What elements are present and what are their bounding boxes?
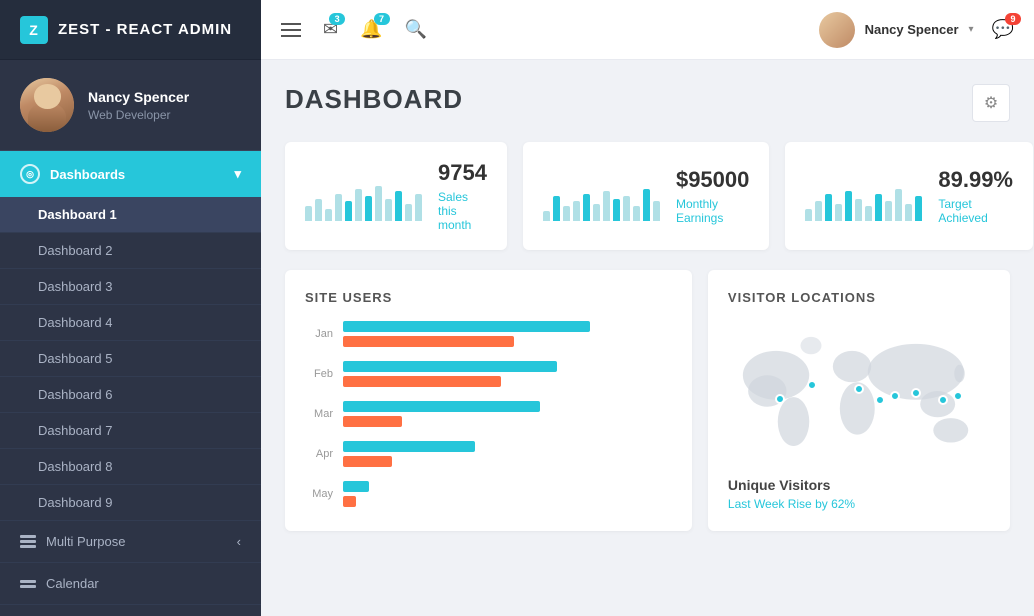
bar-row-may: May xyxy=(305,481,672,507)
bar-row-jan: Jan xyxy=(305,321,672,347)
sidebar-item-dashboard3[interactable]: Dashboard 3 xyxy=(0,269,261,305)
page-title: DASHBOARD xyxy=(285,84,463,115)
sidebar-item-dashboard4[interactable]: Dashboard 4 xyxy=(0,305,261,341)
unique-visitors-title: Unique Visitors xyxy=(728,477,990,493)
stat-card-target: 89.99% Target Achieved xyxy=(785,142,1033,250)
user-name-top: Nancy Spencer xyxy=(865,22,959,37)
hamburger-button[interactable] xyxy=(281,23,301,37)
sidebar-logo: Z ZEST - REACT ADMIN xyxy=(0,0,261,60)
chat-badge: 9 xyxy=(1005,13,1021,25)
world-map xyxy=(728,321,990,461)
visitor-dot-2 xyxy=(807,380,817,390)
sales-chart xyxy=(305,171,422,221)
gear-icon: ⚙ xyxy=(984,93,998,113)
sidebar: Z ZEST - REACT ADMIN Nancy Spencer Web D… xyxy=(0,0,261,616)
chat-button[interactable]: 💬 9 xyxy=(992,19,1014,40)
site-users-card: SITE USERS Jan Feb xyxy=(285,270,692,531)
visitor-info: Unique Visitors Last Week Rise by 62% xyxy=(728,477,990,511)
visitor-dot-1 xyxy=(775,394,785,404)
target-value: 89.99% xyxy=(938,167,1013,193)
sales-value: 9754 xyxy=(438,160,487,186)
user-menu-chevron: ▾ xyxy=(969,24,974,35)
user-menu-button[interactable]: Nancy Spencer ▾ xyxy=(819,12,974,48)
sidebar-item-dashboard6[interactable]: Dashboard 6 xyxy=(0,377,261,413)
email-button[interactable]: ✉ 3 xyxy=(323,19,338,40)
target-label: Target Achieved xyxy=(938,197,1013,225)
visitor-locations-card: VISITOR LOCATIONS xyxy=(708,270,1010,531)
sidebar-logo-text: ZEST - REACT ADMIN xyxy=(58,21,232,38)
settings-button[interactable]: ⚙ xyxy=(972,84,1010,122)
bell-badge: 7 xyxy=(374,13,390,25)
visitor-dot-7 xyxy=(938,395,948,405)
stat-card-sales: 9754 Sales this month xyxy=(285,142,507,250)
main-content: ✉ 3 🔔 7 🔍 Nancy Spencer ▾ 💬 9 DASHBOARD xyxy=(261,0,1034,616)
sidebar-item-dashboard8[interactable]: Dashboard 8 xyxy=(0,449,261,485)
lower-section: SITE USERS Jan Feb xyxy=(285,270,1010,531)
bar-row-apr: Apr xyxy=(305,441,672,467)
chevron-left-icon: ‹ xyxy=(237,534,241,549)
sales-label: Sales this month xyxy=(438,190,487,232)
topbar: ✉ 3 🔔 7 🔍 Nancy Spencer ▾ 💬 9 xyxy=(261,0,1034,60)
search-button[interactable]: 🔍 xyxy=(405,19,427,40)
stat-card-earnings: $95000 Monthly Earnings xyxy=(523,142,769,250)
sidebar-nav: ◎ Dashboards ▾ Dashboard 1 Dashboard 2 D… xyxy=(0,151,261,616)
visitor-dot-3 xyxy=(854,384,864,394)
visitor-locations-title: VISITOR LOCATIONS xyxy=(728,290,990,305)
bar-row-mar: Mar xyxy=(305,401,672,427)
sidebar-user-role: Web Developer xyxy=(88,108,189,122)
site-users-chart: Jan Feb Mar xyxy=(305,321,672,507)
sidebar-item-dashboard9[interactable]: Dashboard 9 xyxy=(0,485,261,521)
sidebar-item-dashboard5[interactable]: Dashboard 5 xyxy=(0,341,261,377)
page-content: DASHBOARD ⚙ xyxy=(261,60,1034,616)
sidebar-user-name: Nancy Spencer xyxy=(88,89,189,105)
stat-cards: 9754 Sales this month xyxy=(285,142,1010,250)
nav-group-multipurpose-label: Multi Purpose xyxy=(46,534,125,549)
calendar-icon xyxy=(20,580,36,588)
bar-row-feb: Feb xyxy=(305,361,672,387)
chevron-down-icon: ▾ xyxy=(234,166,241,182)
nav-group-dashboards-label: Dashboards xyxy=(50,167,125,182)
sidebar-item-dashboard7[interactable]: Dashboard 7 xyxy=(0,413,261,449)
site-users-title: SITE USERS xyxy=(305,290,672,305)
email-badge: 3 xyxy=(329,13,345,25)
earnings-chart xyxy=(543,171,660,221)
nav-group-calendar-label: Calendar xyxy=(46,576,99,591)
page-header: DASHBOARD ⚙ xyxy=(285,84,1010,122)
target-chart xyxy=(805,171,922,221)
logo-icon: Z xyxy=(20,16,48,44)
nav-group-calendar[interactable]: Calendar xyxy=(0,563,261,605)
user-avatar-top xyxy=(819,12,855,48)
earnings-value: $95000 xyxy=(676,167,749,193)
avatar xyxy=(20,78,74,132)
nav-group-multipurpose[interactable]: Multi Purpose ‹ xyxy=(0,521,261,563)
earnings-label: Monthly Earnings xyxy=(676,197,749,225)
notifications-button[interactable]: 🔔 7 xyxy=(360,19,382,40)
sidebar-item-dashboard1[interactable]: Dashboard 1 xyxy=(0,197,261,233)
nav-group-dashboards[interactable]: ◎ Dashboards ▾ xyxy=(0,151,261,197)
multipurpose-icon xyxy=(20,535,36,548)
unique-visitors-sub: Last Week Rise by 62% xyxy=(728,497,990,511)
sidebar-item-dashboard2[interactable]: Dashboard 2 xyxy=(0,233,261,269)
visitor-dot-4 xyxy=(875,395,885,405)
dashboards-icon: ◎ xyxy=(20,164,40,184)
sidebar-user-profile: Nancy Spencer Web Developer xyxy=(0,60,261,151)
